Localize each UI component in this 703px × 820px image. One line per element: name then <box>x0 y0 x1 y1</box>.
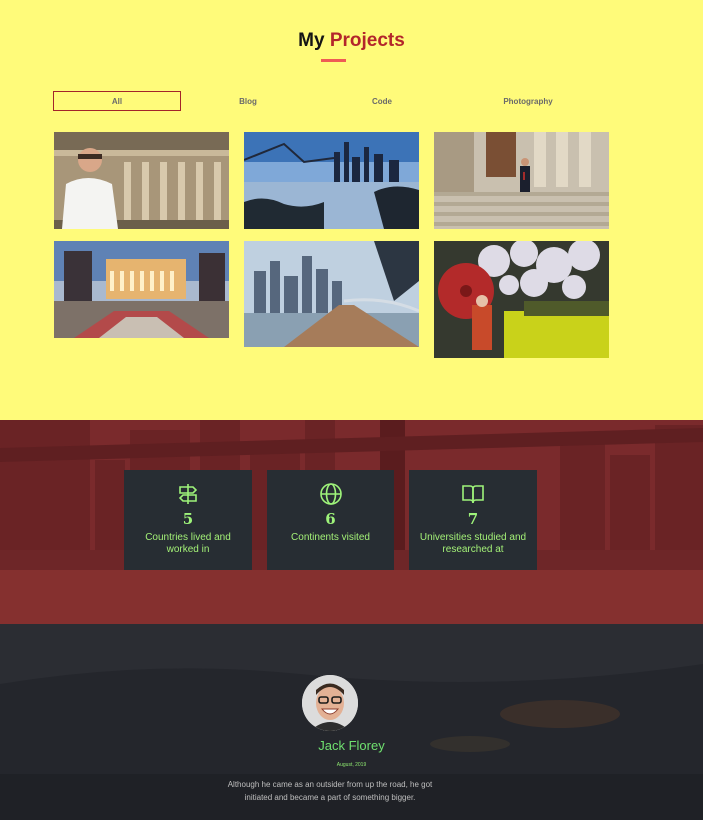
stat-label: Continents visited <box>291 532 370 543</box>
stat-value: 5 <box>182 510 194 528</box>
stat-value: 7 <box>467 510 479 528</box>
testimonial-name: Jack Florey <box>318 738 385 753</box>
avatar <box>302 675 358 731</box>
filter-blog[interactable]: Blog <box>196 91 300 111</box>
project-thumbnail[interactable] <box>434 132 609 229</box>
testimonial-date: August, 2019 <box>336 762 367 768</box>
title-plain: My <box>298 30 325 51</box>
project-thumbnail[interactable] <box>244 241 419 347</box>
stat-label: Universities studied and researched at <box>419 532 527 555</box>
stat-value: 6 <box>325 510 336 528</box>
project-thumbnail[interactable] <box>434 241 609 358</box>
stat-label: Countries lived and worked in <box>145 532 231 555</box>
book-icon <box>462 485 484 504</box>
title-underline <box>321 59 346 62</box>
testimonial-section: Jack Florey August, 2019 Although he cam… <box>0 624 703 820</box>
testimonial-quote: Although he came as an outsider from up … <box>227 780 433 802</box>
stat-card: 7 Universities studied and researched at <box>409 470 537 570</box>
filter-code[interactable]: Code <box>330 91 434 111</box>
title-accent: Projects <box>329 30 405 51</box>
project-thumbnail[interactable] <box>244 132 419 229</box>
globe-icon <box>319 483 342 505</box>
projects-section: My Projects All Blog Code Photography <box>0 0 703 420</box>
section-title: My Projects <box>0 30 703 52</box>
project-thumbnail[interactable] <box>54 132 229 229</box>
stat-card: 6 Continents visited <box>267 470 394 570</box>
signpost-icon <box>178 484 198 504</box>
project-thumbnail[interactable] <box>54 241 229 338</box>
filter-all[interactable]: All <box>53 91 181 111</box>
filter-photography[interactable]: Photography <box>476 91 580 111</box>
stats-section: 5 Countries lived and worked in 6 Contin… <box>0 420 703 624</box>
stat-card: 5 Countries lived and worked in <box>124 470 252 570</box>
